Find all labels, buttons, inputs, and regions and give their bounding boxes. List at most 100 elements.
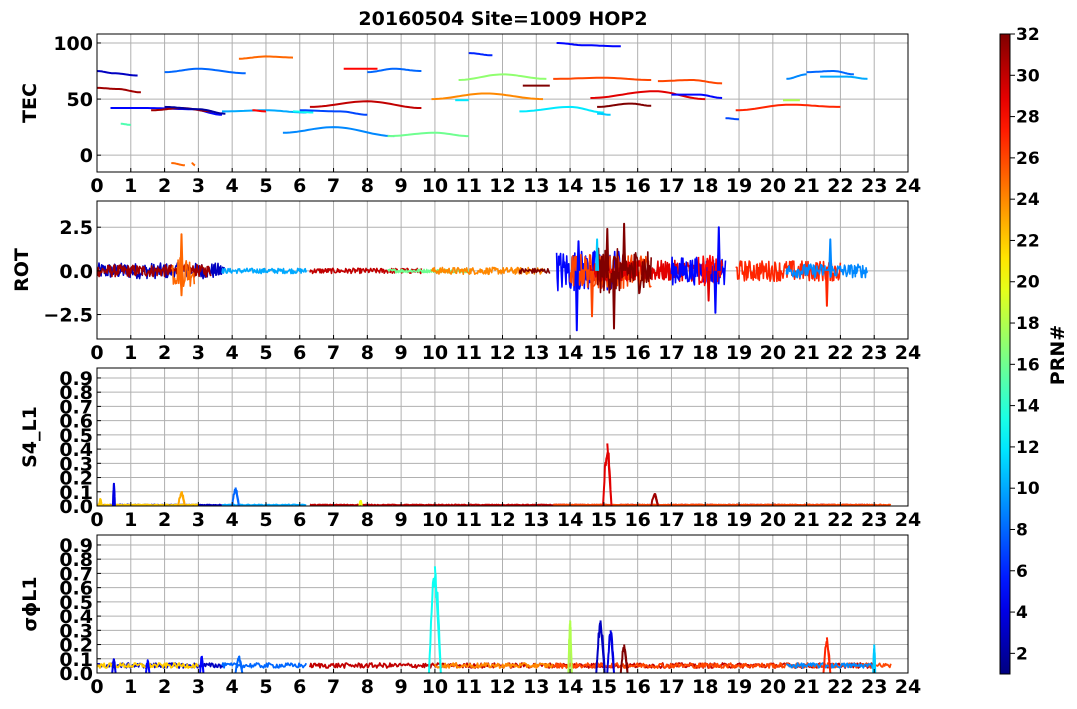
tec-series-prn-3 — [97, 70, 138, 77]
colorbar-tick-label: 22 — [1016, 231, 1040, 251]
x-tick-label: 4 — [226, 342, 239, 364]
y-tick-label: 0.0 — [59, 261, 93, 283]
sigma-burst-prn-5 — [199, 655, 205, 673]
x-tick-label: 19 — [726, 676, 752, 698]
x-tick-label: 9 — [395, 676, 408, 698]
panel-1: 0 1 2 3 4 5 6 7 8 9 10 11 12 13 14 15 16 17 18 19 20 21 22 23 24… — [19, 33, 921, 197]
x-tick-label: 12 — [489, 676, 515, 698]
tec-series-prn-5 — [671, 93, 723, 99]
chart-title: 20160504 Site=1009 HOP2 — [358, 8, 647, 30]
tec-series-prn-28 — [252, 109, 266, 113]
x-tick-label: 17 — [658, 175, 684, 197]
x-tick-label: 14 — [557, 509, 583, 531]
x-tick-label: 17 — [658, 342, 684, 364]
colorbar-tick-label: 26 — [1016, 149, 1040, 169]
x-tick-label: 17 — [658, 509, 684, 531]
x-tick-label: 1 — [124, 175, 137, 197]
y-tick-label: 2.5 — [59, 217, 93, 239]
x-tick-label: 13 — [523, 175, 549, 197]
x-tick-label: 11 — [455, 175, 481, 197]
x-tick-label: 21 — [793, 342, 819, 364]
x-tick-label: 20 — [760, 676, 786, 698]
colorbar-tick-label: 30 — [1016, 66, 1040, 86]
colorbar-tick-label: 20 — [1016, 273, 1040, 293]
colorbar-gradient — [999, 33, 1011, 675]
x-tick-label: 5 — [259, 175, 272, 197]
x-tick-label: 15 — [591, 676, 617, 698]
x-tick-label: 11 — [455, 509, 481, 531]
x-tick-label: 5 — [259, 509, 272, 531]
x-tick-label: 14 — [557, 342, 583, 364]
x-tick-label: 11 — [455, 342, 481, 364]
x-tick-label: 19 — [726, 509, 752, 531]
x-tick-label: 6 — [293, 676, 306, 698]
tec-series-prn-8 — [806, 70, 854, 76]
rot-spike-prn-27 — [824, 270, 829, 307]
colorbar-tick-label: 24 — [1016, 190, 1040, 210]
x-tick-label: 12 — [489, 175, 515, 197]
y-tick-label: 0.9 — [59, 368, 93, 390]
colorbar-tick-label: 18 — [1016, 314, 1040, 334]
x-tick-label: 4 — [226, 509, 239, 531]
x-tick-label: 24 — [895, 509, 921, 531]
rot-spike-prn-25 — [179, 233, 184, 271]
tec-series-prn-27 — [735, 103, 841, 112]
colorbar-tick-label: 14 — [1016, 397, 1040, 417]
rot-spike-prn-29 — [706, 270, 711, 302]
tec-series-prn-15 — [120, 122, 132, 126]
x-tick-label: 20 — [760, 509, 786, 531]
grid — [96, 368, 909, 507]
x-tick-label: 23 — [861, 509, 887, 531]
tec-series-prn-13 — [293, 110, 314, 114]
colorbar-tick-label: 16 — [1016, 355, 1040, 375]
y-axis-label: TEC — [19, 83, 41, 123]
x-tick-label: 13 — [523, 342, 549, 364]
tec-series-prn-26 — [553, 76, 652, 81]
figure: 20160504 Site=1009 HOP2 0 1 2 3 4 5 6 7 8 9 10 11 12… — [11, 8, 1069, 698]
s4-series-prn-10 — [221, 503, 307, 506]
x-tick-label: 3 — [192, 342, 205, 364]
x-tick-label: 18 — [692, 342, 718, 364]
s4-burst-prn-8 — [231, 487, 240, 506]
sigma-series-prn-8 — [221, 662, 308, 669]
rot-spike-prn-5 — [716, 226, 721, 271]
rot-spike-prn-9 — [828, 238, 833, 271]
x-tick-label: 21 — [793, 509, 819, 531]
x-tick-label: 10 — [422, 175, 448, 197]
x-tick-label: 13 — [523, 509, 549, 531]
grid — [96, 535, 909, 674]
x-tick-label: 9 — [395, 175, 408, 197]
data-layer — [97, 443, 892, 506]
x-tick-label: 3 — [192, 175, 205, 197]
x-tick-label: 6 — [293, 175, 306, 197]
x-tick-label: 1 — [124, 342, 137, 364]
x-tick-label: 10 — [422, 509, 448, 531]
x-tick-label: 11 — [455, 676, 481, 698]
x-tick-label: 15 — [591, 509, 617, 531]
x-tick-label: 22 — [827, 509, 853, 531]
x-tick-label: 18 — [692, 676, 718, 698]
tec-series-prn-26 — [657, 79, 723, 85]
tec-series-prn-31 — [97, 86, 141, 94]
sigma-burst-prn-4 — [111, 658, 117, 673]
x-tick-label: 0 — [90, 342, 103, 364]
x-tick-label: 9 — [395, 342, 408, 364]
rot-spike-prn-32 — [605, 227, 610, 271]
y-tick-label: 0 — [80, 145, 93, 167]
x-tick-label: 20 — [760, 175, 786, 197]
x-tick-label: 15 — [591, 342, 617, 364]
x-tick-label: 14 — [557, 175, 583, 197]
panel-2: 0 1 2 3 4 5 6 7 8 9 10 11 12 13 14 15 16 17 18 19 20 21 22 23 24… — [11, 200, 921, 364]
x-tick-label: 18 — [692, 175, 718, 197]
x-tick-label: 24 — [895, 676, 921, 698]
colorbar-tick-label: 32 — [1016, 25, 1040, 45]
s4-burst-prn-4 — [111, 482, 116, 506]
x-tick-label: 24 — [895, 342, 921, 364]
x-tick-label: 5 — [259, 676, 272, 698]
x-tick-label: 7 — [327, 509, 340, 531]
x-tick-label: 23 — [861, 342, 887, 364]
grid — [96, 34, 909, 172]
colorbar-tick-label: 28 — [1016, 108, 1040, 128]
tec-series-prn-30 — [309, 100, 422, 109]
colorbar-tick-label: 2 — [1016, 644, 1028, 664]
